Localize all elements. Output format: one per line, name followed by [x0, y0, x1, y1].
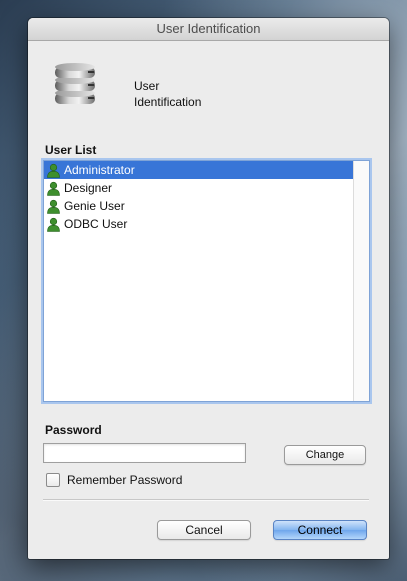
user-item-label: Genie User — [64, 199, 125, 213]
change-password-button[interactable]: Change — [284, 445, 366, 465]
password-input[interactable] — [43, 443, 246, 463]
user-item-label: ODBC User — [64, 217, 128, 231]
header-title: User Identification — [134, 79, 202, 109]
cancel-button[interactable]: Cancel — [157, 520, 251, 540]
password-label: Password — [45, 423, 102, 437]
window-title[interactable]: User Identification — [28, 18, 389, 41]
remember-password-label: Remember Password — [67, 473, 183, 487]
user-list-label: User List — [45, 143, 97, 157]
user-item-label: Administrator — [64, 163, 135, 177]
user-item-administrator[interactable]: Administrator — [44, 161, 353, 179]
user-list-scrollbar[interactable] — [353, 161, 369, 401]
divider — [43, 499, 369, 500]
user-icon — [47, 217, 60, 232]
user-list-items: Administrator Designer Genie User ODBC U… — [44, 161, 353, 401]
user-icon — [47, 181, 60, 196]
remember-password-checkbox[interactable] — [46, 473, 60, 487]
user-icon — [47, 163, 60, 178]
user-item-label: Designer — [64, 181, 113, 195]
remember-password-option[interactable]: Remember Password — [46, 473, 182, 487]
user-icon — [47, 199, 60, 214]
user-item-odbc-user[interactable]: ODBC User — [44, 215, 353, 233]
database-icon — [55, 63, 95, 104]
user-item-designer[interactable]: Designer — [44, 179, 353, 197]
user-list[interactable]: Administrator Designer Genie User ODBC U… — [43, 160, 370, 402]
user-identification-dialog: User Identification User Identification … — [28, 18, 389, 559]
user-item-genie-user[interactable]: Genie User — [44, 197, 353, 215]
connect-button[interactable]: Connect — [273, 520, 367, 540]
